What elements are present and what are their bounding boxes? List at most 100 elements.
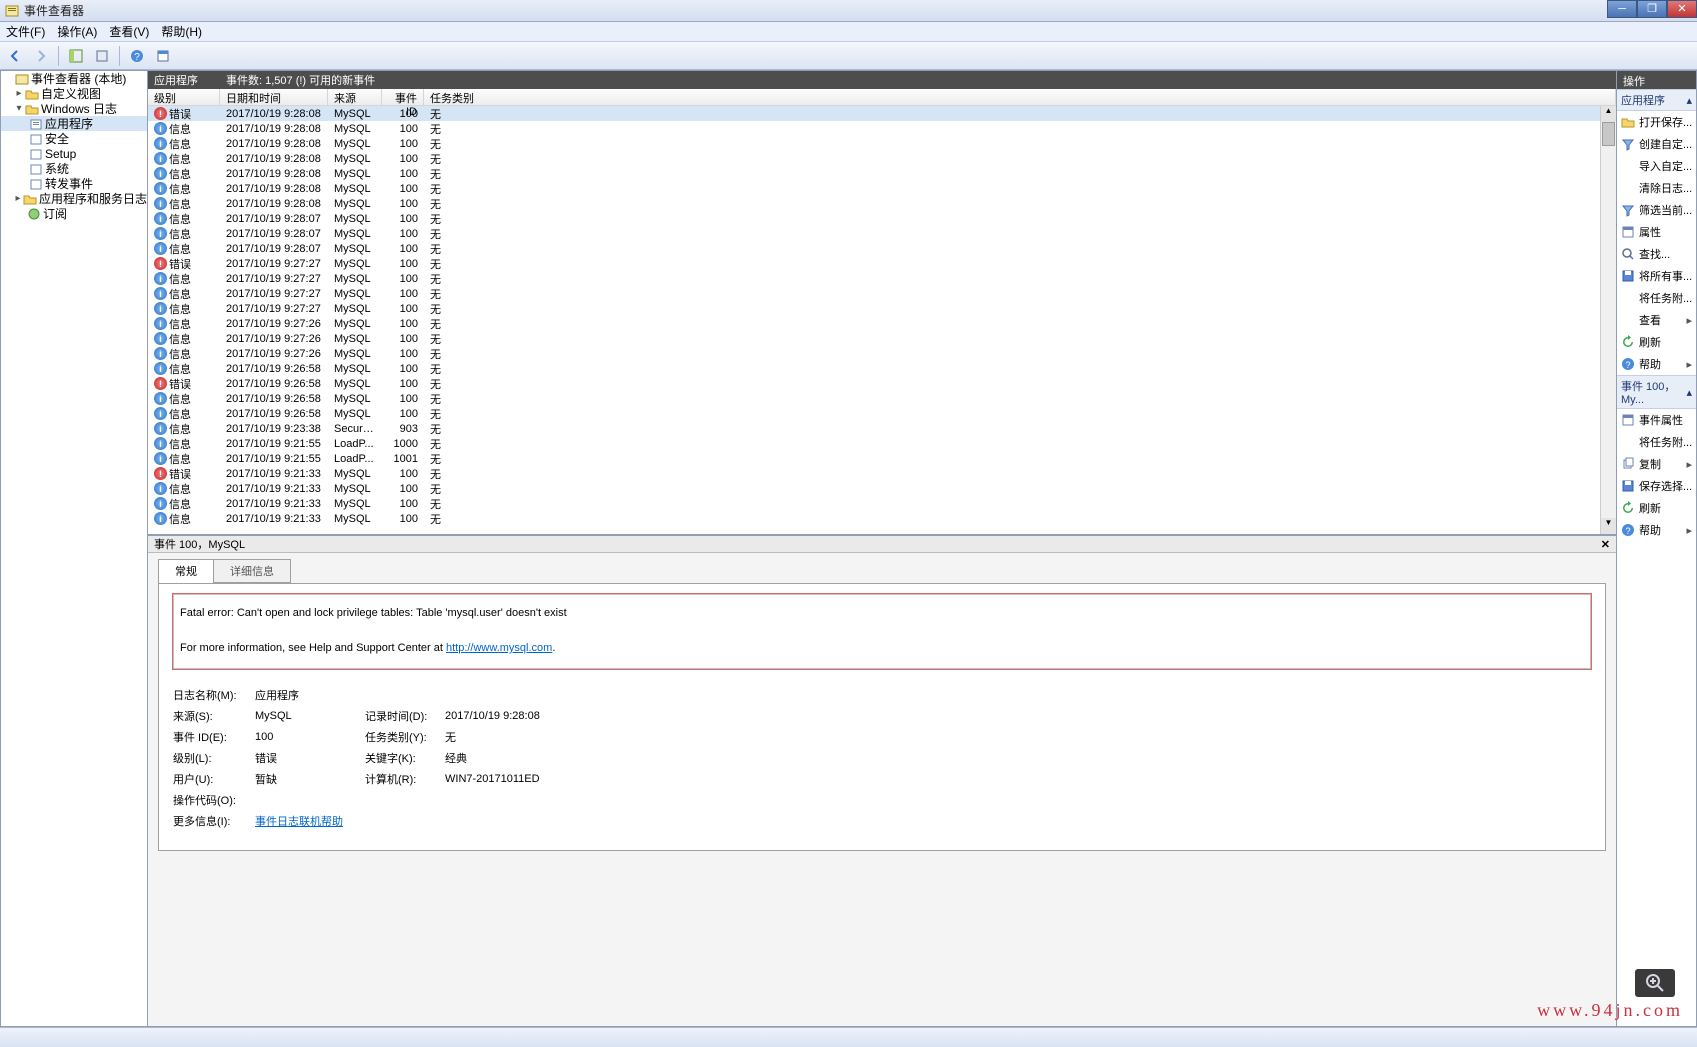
action-item[interactable]: 事件属性 [1617, 409, 1696, 431]
table-row[interactable]: i信息2017/10/19 9:21:33MySQL100无 [148, 511, 1616, 526]
tree-app-service-logs[interactable]: ▸应用程序和服务日志 [1, 191, 147, 206]
table-row[interactable]: i信息2017/10/19 9:21:33MySQL100无 [148, 496, 1616, 511]
action-item[interactable]: 将所有事... [1617, 265, 1696, 287]
tree-system[interactable]: 系统 [1, 161, 147, 176]
action-item[interactable]: 清除日志... [1617, 177, 1696, 199]
table-row[interactable]: i信息2017/10/19 9:28:07MySQL100无 [148, 226, 1616, 241]
column-headers[interactable]: 级别 日期和时间 来源 事件 ID 任务类别 [148, 89, 1616, 106]
tree-custom-views[interactable]: ▸自定义视图 [1, 86, 147, 101]
table-row[interactable]: !错误2017/10/19 9:28:08MySQL100无 [148, 106, 1616, 121]
table-row[interactable]: i信息2017/10/19 9:21:33MySQL100无 [148, 481, 1616, 496]
event-message: Fatal error: Can't open and lock privile… [173, 594, 1591, 669]
menu-view[interactable]: 查看(V) [109, 23, 149, 40]
tree-setup[interactable]: Setup [1, 146, 147, 161]
col-header-level[interactable]: 级别 [148, 89, 220, 105]
more-info-link[interactable]: 事件日志联机帮助 [255, 816, 343, 828]
actions-section-app[interactable]: 应用程序▴ [1617, 89, 1696, 111]
tree-root[interactable]: 事件查看器 (本地) [1, 71, 147, 86]
table-row[interactable]: i信息2017/10/19 9:21:55LoadP...1000无 [148, 436, 1616, 451]
action-item[interactable]: 刷新 [1617, 497, 1696, 519]
action-item[interactable]: 创建自定... [1617, 133, 1696, 155]
table-row[interactable]: i信息2017/10/19 9:28:08MySQL100无 [148, 196, 1616, 211]
menu-file[interactable]: 文件(F) [6, 23, 45, 40]
scroll-thumb[interactable] [1602, 122, 1615, 146]
col-header-source[interactable]: 来源 [328, 89, 382, 105]
table-row[interactable]: i信息2017/10/19 9:28:08MySQL100无 [148, 181, 1616, 196]
table-row[interactable]: i信息2017/10/19 9:27:27MySQL100无 [148, 286, 1616, 301]
message-link[interactable]: http://www.mysql.com [446, 642, 552, 654]
action-item[interactable]: 将任务附... [1617, 287, 1696, 309]
forward-button[interactable] [30, 45, 52, 67]
action-item[interactable]: 复制▸ [1617, 453, 1696, 475]
info-icon: i [154, 332, 167, 345]
detail-close-button[interactable]: ✕ [1601, 538, 1610, 551]
tree-forwarded[interactable]: 转发事件 [1, 176, 147, 191]
action-item[interactable]: 查找... [1617, 243, 1696, 265]
table-row[interactable]: i信息2017/10/19 9:28:07MySQL100无 [148, 241, 1616, 256]
info-icon: i [154, 242, 167, 255]
table-row[interactable]: i信息2017/10/19 9:28:08MySQL100无 [148, 121, 1616, 136]
info-icon: i [154, 212, 167, 225]
vertical-scrollbar[interactable]: ▲ ▼ [1600, 106, 1616, 534]
back-button[interactable] [4, 45, 26, 67]
navigation-tree[interactable]: 事件查看器 (本地) ▸自定义视图 ▾Windows 日志 应用程序 安全 Se… [0, 70, 148, 1027]
col-header-datetime[interactable]: 日期和时间 [220, 89, 328, 105]
table-row[interactable]: !错误2017/10/19 9:26:58MySQL100无 [148, 376, 1616, 391]
action-item[interactable]: ?帮助▸ [1617, 353, 1696, 375]
scroll-up-arrow[interactable]: ▲ [1601, 106, 1616, 122]
app-icon [4, 3, 20, 19]
action-item[interactable]: 保存选择... [1617, 475, 1696, 497]
tree-application[interactable]: 应用程序 [1, 116, 147, 131]
val-eventid: 100 [255, 731, 365, 743]
table-row[interactable]: i信息2017/10/19 9:27:27MySQL100无 [148, 271, 1616, 286]
table-row[interactable]: i信息2017/10/19 9:28:08MySQL100无 [148, 136, 1616, 151]
show-hide-tree-button[interactable] [65, 45, 87, 67]
actions-section-event[interactable]: 事件 100，My...▴ [1617, 375, 1696, 409]
help-button[interactable]: ? [126, 45, 148, 67]
tab-general[interactable]: 常规 [158, 559, 214, 583]
close-button[interactable]: ✕ [1667, 0, 1697, 18]
menu-help[interactable]: 帮助(H) [161, 23, 202, 40]
tree-windows-logs[interactable]: ▾Windows 日志 [1, 101, 147, 116]
info-icon: i [154, 362, 167, 375]
maximize-button[interactable]: ❐ [1637, 0, 1667, 18]
table-row[interactable]: i信息2017/10/19 9:27:26MySQL100无 [148, 331, 1616, 346]
val-user: 暂缺 [255, 771, 365, 787]
menu-action[interactable]: 操作(A) [57, 23, 97, 40]
action-item[interactable]: 刷新 [1617, 331, 1696, 353]
zoom-overlay-button[interactable] [1635, 969, 1675, 997]
table-row[interactable]: i信息2017/10/19 9:28:08MySQL100无 [148, 151, 1616, 166]
table-row[interactable]: i信息2017/10/19 9:26:58MySQL100无 [148, 391, 1616, 406]
action-item[interactable]: ?帮助▸ [1617, 519, 1696, 541]
table-row[interactable]: i信息2017/10/19 9:26:58MySQL100无 [148, 406, 1616, 421]
col-header-eventid[interactable]: 事件 ID [382, 89, 424, 105]
table-row[interactable]: i信息2017/10/19 9:27:26MySQL100无 [148, 346, 1616, 361]
lbl-logged: 记录时间(D): [365, 708, 445, 724]
scroll-down-arrow[interactable]: ▼ [1601, 518, 1616, 534]
table-row[interactable]: i信息2017/10/19 9:27:26MySQL100无 [148, 316, 1616, 331]
table-row[interactable]: i信息2017/10/19 9:28:08MySQL100无 [148, 166, 1616, 181]
action-item[interactable]: 筛选当前... [1617, 199, 1696, 221]
table-row[interactable]: i信息2017/10/19 9:26:58MySQL100无 [148, 361, 1616, 376]
minimize-button[interactable]: ─ [1607, 0, 1637, 18]
properties-button[interactable] [152, 45, 174, 67]
detail-tabs: 常规 详细信息 [158, 559, 1616, 583]
table-row[interactable]: i信息2017/10/19 9:27:27MySQL100无 [148, 301, 1616, 316]
action-item[interactable]: 属性 [1617, 221, 1696, 243]
action-item[interactable]: 打开保存... [1617, 111, 1696, 133]
table-row[interactable]: i信息2017/10/19 9:28:07MySQL100无 [148, 211, 1616, 226]
event-rows[interactable]: !错误2017/10/19 9:28:08MySQL100无i信息2017/10… [148, 106, 1616, 534]
action-item[interactable]: 将任务附... [1617, 431, 1696, 453]
table-row[interactable]: !错误2017/10/19 9:21:33MySQL100无 [148, 466, 1616, 481]
table-row[interactable]: !错误2017/10/19 9:27:27MySQL100无 [148, 256, 1616, 271]
col-header-taskcategory[interactable]: 任务类别 [424, 89, 1616, 105]
action-item[interactable]: 导入自定... [1617, 155, 1696, 177]
action-icon [1621, 115, 1635, 129]
table-row[interactable]: i信息2017/10/19 9:21:55LoadP...1001无 [148, 451, 1616, 466]
export-list-button[interactable] [91, 45, 113, 67]
action-item[interactable]: 查看▸ [1617, 309, 1696, 331]
table-row[interactable]: i信息2017/10/19 9:23:38Securit...903无 [148, 421, 1616, 436]
tab-details[interactable]: 详细信息 [213, 559, 291, 583]
tree-security[interactable]: 安全 [1, 131, 147, 146]
tree-subscriptions[interactable]: 订阅 [1, 206, 147, 221]
